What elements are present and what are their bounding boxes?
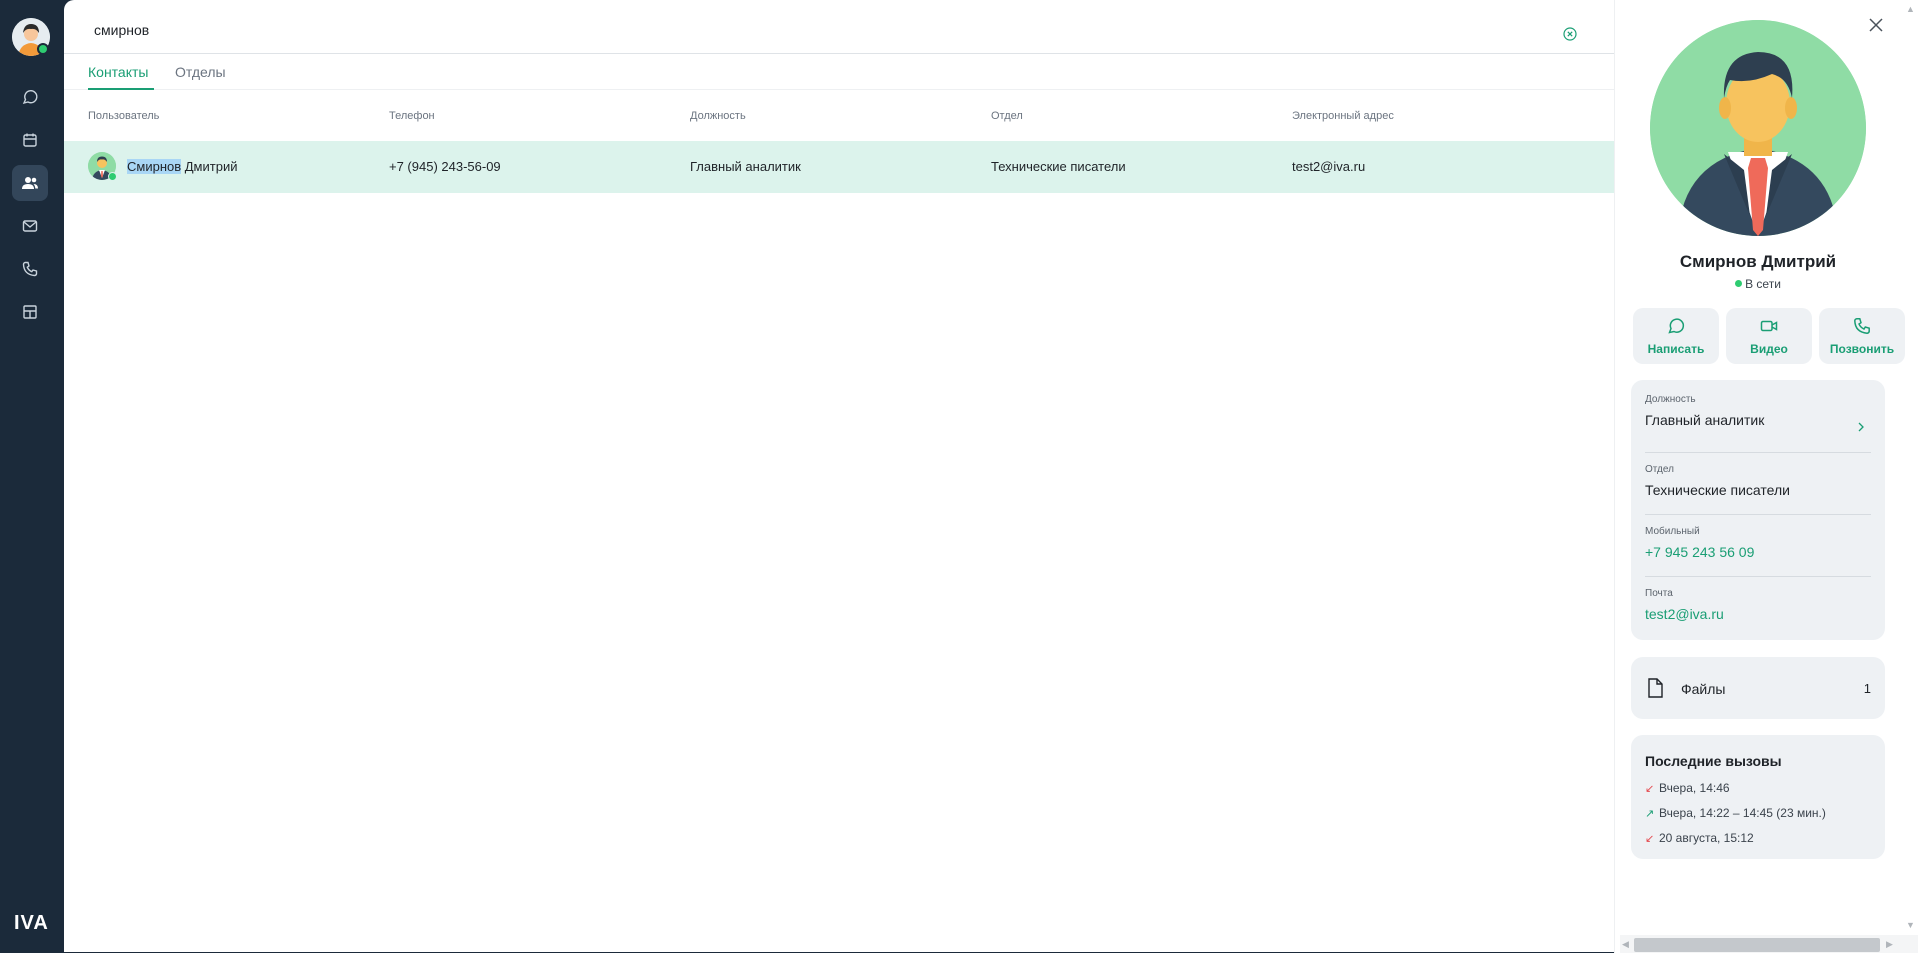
- rail-contacts-button[interactable]: [12, 165, 48, 201]
- files-count: 1: [1863, 681, 1871, 696]
- write-message-button[interactable]: Написать: [1633, 308, 1719, 364]
- scroll-left-arrow-icon[interactable]: ◀: [1622, 939, 1629, 950]
- call-time: 20 августа, 15:12: [1659, 831, 1754, 845]
- rail-mail-button[interactable]: [12, 208, 48, 244]
- phone-cell: +7 (945) 243-56-09: [389, 159, 501, 174]
- email-cell: test2@iva.ru: [1292, 159, 1366, 174]
- divider: [1645, 514, 1871, 515]
- mobile-label: Мобильный: [1645, 526, 1700, 537]
- phone-icon: [1854, 318, 1870, 334]
- tab-departments[interactable]: Отделы: [175, 64, 226, 80]
- files-label: Файлы: [1681, 681, 1726, 697]
- rail-calendar-button[interactable]: [12, 122, 48, 158]
- tab-contacts[interactable]: Контакты: [88, 64, 148, 80]
- position-value[interactable]: Главный аналитик: [1645, 412, 1764, 428]
- mobile-phone-link[interactable]: +7 945 243 56 09: [1645, 544, 1754, 560]
- online-indicator: [108, 172, 117, 181]
- audio-call-label: Позвонить: [1829, 342, 1895, 356]
- calendar-icon: [23, 133, 37, 147]
- call-history-item[interactable]: ↙ 20 августа, 15:12: [1645, 831, 1754, 845]
- mail-icon: [22, 220, 38, 232]
- chat-icon: [22, 90, 38, 105]
- column-header-user[interactable]: Пользователь: [88, 110, 159, 122]
- call-time: Вчера, 14:22 – 14:45 (23 мин.): [1659, 806, 1826, 820]
- email-label: Почта: [1645, 588, 1673, 599]
- app-logo: IVA: [14, 912, 49, 934]
- clear-search-icon[interactable]: [1563, 27, 1577, 41]
- phone-icon: [22, 261, 38, 277]
- user-name-cell[interactable]: Смирнов Дмитрий: [127, 159, 237, 174]
- profile-panel: Смирнов Дмитрий В сети Написать Видео По…: [1614, 0, 1918, 953]
- divider: [1645, 576, 1871, 577]
- my-online-dot: [37, 43, 49, 55]
- call-time: Вчера, 14:46: [1659, 781, 1730, 795]
- department-label: Отдел: [1645, 464, 1674, 475]
- workspace-icon: [23, 305, 37, 319]
- department-cell: Технические писатели: [991, 159, 1126, 174]
- presence-status-text: В сети: [1745, 277, 1781, 291]
- position-label: Должность: [1645, 394, 1696, 405]
- department-value: Технические писатели: [1645, 482, 1790, 498]
- profile-name: Смирнов Дмитрий: [1679, 252, 1837, 271]
- recent-calls-title: Последние вызовы: [1645, 753, 1782, 769]
- table-header: Пользователь Телефон Должность Отдел Эле…: [64, 100, 1614, 130]
- call-history-item[interactable]: ↗ Вчера, 14:22 – 14:45 (23 мин.): [1645, 806, 1826, 820]
- outgoing-call-icon: ↗: [1645, 808, 1655, 820]
- position-cell: Главный аналитик: [690, 159, 801, 174]
- scroll-down-arrow-icon[interactable]: ▼: [1906, 920, 1915, 930]
- contacts-icon: [22, 177, 38, 189]
- close-icon[interactable]: [1867, 16, 1885, 34]
- divider: [1645, 452, 1871, 453]
- file-icon: [1648, 678, 1663, 698]
- profile-avatar: [1650, 20, 1866, 236]
- video-icon: [1760, 320, 1778, 332]
- call-history-item[interactable]: ↙ Вчера, 14:46: [1645, 781, 1730, 795]
- incoming-call-icon: ↙: [1645, 783, 1655, 795]
- search-match-highlight: Смирнов: [127, 159, 182, 174]
- search-tabs: Контакты Отделы: [64, 54, 1614, 90]
- video-call-label: Видео: [1750, 342, 1788, 356]
- write-message-label: Написать: [1647, 342, 1705, 356]
- user-name-rest: Дмитрий: [181, 159, 238, 174]
- table-row[interactable]: Смирнов Дмитрий +7 (945) 243-56-09 Главн…: [64, 141, 1614, 193]
- contacts-search-view: Контакты Отделы Пользователь Телефон Дол…: [64, 0, 1614, 952]
- column-header-phone[interactable]: Телефон: [389, 110, 435, 122]
- presence-status: В сети: [1615, 277, 1901, 291]
- files-card[interactable]: Файлы 1: [1631, 657, 1885, 719]
- online-indicator: [1735, 280, 1743, 287]
- left-rail: IVA: [0, 0, 64, 953]
- search-bar: [64, 0, 1614, 54]
- email-link[interactable]: test2@iva.ru: [1645, 606, 1724, 622]
- chevron-right-icon[interactable]: [1857, 422, 1865, 432]
- scroll-up-arrow-icon[interactable]: ▲: [1906, 4, 1915, 14]
- recent-calls-card: Последние вызовы ↙ Вчера, 14:46 ↗ Вчера, 1…: [1631, 735, 1885, 859]
- video-call-button[interactable]: Видео: [1726, 308, 1812, 364]
- horizontal-scroll-thumb[interactable]: [1634, 938, 1880, 952]
- rail-calls-button[interactable]: [12, 251, 48, 287]
- scroll-right-arrow-icon[interactable]: ▶: [1886, 939, 1893, 950]
- active-tab-indicator: [88, 88, 154, 90]
- column-header-department[interactable]: Отдел: [991, 110, 1023, 122]
- column-header-position[interactable]: Должность: [690, 110, 746, 122]
- incoming-call-icon: ↙: [1645, 833, 1655, 845]
- rail-workspace-button[interactable]: [12, 294, 48, 330]
- column-header-email[interactable]: Электронный адрес: [1292, 110, 1394, 122]
- message-icon: [1668, 318, 1685, 334]
- rail-chats-button[interactable]: [12, 79, 48, 115]
- search-input[interactable]: [94, 22, 1494, 38]
- profile-details-card: Должность Главный аналитик Отдел Техниче…: [1631, 380, 1885, 640]
- audio-call-button[interactable]: Позвонить: [1819, 308, 1905, 364]
